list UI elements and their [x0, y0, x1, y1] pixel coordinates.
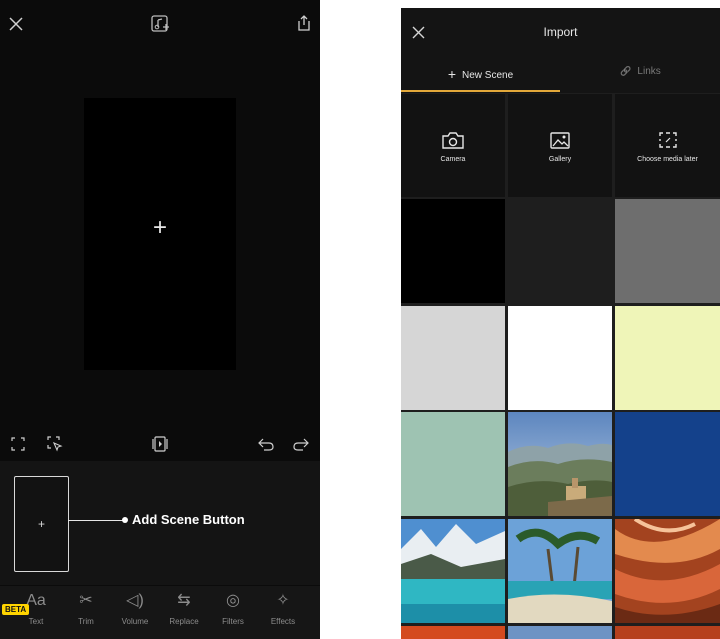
effects-icon: ✧: [276, 592, 290, 609]
editor-screen: + + Add Scene Button Aa Text ✂ Trim ◁) V…: [0, 0, 320, 639]
close-icon[interactable]: [8, 16, 24, 32]
camera-option[interactable]: Camera: [401, 94, 505, 197]
photo-hill-town[interactable]: [508, 412, 612, 516]
media-swatch-gray[interactable]: [615, 199, 720, 303]
tool-label: Trim: [78, 617, 94, 626]
undo-icon[interactable]: [258, 437, 274, 451]
bottom-toolbar: Aa Text ✂ Trim ◁) Volume ⇆ Replace ◎ Fil…: [0, 586, 320, 639]
tool-label: Effects: [270, 617, 296, 626]
share-icon[interactable]: [296, 14, 312, 32]
volume-icon: ◁): [126, 592, 144, 609]
fullscreen-icon[interactable]: [11, 437, 25, 451]
active-tab-indicator: [401, 90, 560, 92]
media-swatch-light-gray[interactable]: [401, 306, 505, 410]
trim-tool[interactable]: ✂ Trim: [61, 586, 111, 639]
choose-later-option[interactable]: Choose media later: [615, 94, 720, 197]
music-add-icon[interactable]: [150, 14, 170, 34]
effects-tool[interactable]: ✧ Effects: [258, 586, 308, 639]
import-header: Import + New Scene 🔗 Links: [401, 8, 720, 93]
photo-partial-1[interactable]: [401, 626, 505, 639]
option-label: Gallery: [548, 156, 572, 163]
camera-icon: [442, 132, 464, 149]
replace-icon: ⇆: [177, 592, 191, 609]
choose-later-icon: [658, 132, 677, 148]
option-label: Camera: [440, 156, 466, 163]
gallery-option[interactable]: Gallery: [508, 94, 612, 197]
filters-icon: ◎: [226, 592, 240, 609]
beta-badge: BETA: [2, 604, 30, 615]
media-swatch-white[interactable]: [508, 306, 612, 410]
add-scene-button[interactable]: +: [14, 476, 69, 572]
import-screen: Import + New Scene 🔗 Links Camera Gallery …: [401, 8, 720, 639]
tool-label: Filters: [222, 617, 244, 626]
photo-palm-beach[interactable]: [508, 519, 612, 623]
photo-canyon[interactable]: [615, 519, 720, 623]
preview-icon[interactable]: [152, 436, 168, 452]
add-media-plus[interactable]: +: [84, 216, 236, 240]
tab-label: New Scene: [462, 70, 514, 81]
gallery-icon: [550, 132, 570, 149]
media-swatch-navy[interactable]: [615, 412, 720, 516]
plus-icon: +: [447, 66, 457, 82]
tab-new-scene[interactable]: + New Scene: [401, 66, 560, 82]
scissors-icon: ✂: [79, 592, 93, 609]
preview-canvas[interactable]: +: [84, 98, 236, 370]
import-title: Import: [543, 25, 578, 39]
tool-label: Text: [28, 617, 44, 626]
callout-dot: [122, 517, 128, 523]
tool-label: Replace: [169, 617, 199, 626]
media-swatch-black[interactable]: [401, 199, 505, 303]
media-swatch-sage[interactable]: [401, 412, 505, 516]
tab-links[interactable]: 🔗 Links: [561, 66, 720, 77]
add-scene-plus: +: [37, 517, 45, 531]
link-icon: 🔗: [620, 66, 632, 76]
callout-line: [68, 520, 123, 521]
filters-tool[interactable]: ◎ Filters: [208, 586, 258, 639]
media-swatch-pale-yellow[interactable]: [615, 306, 720, 410]
photo-partial-2[interactable]: [508, 626, 612, 639]
photo-partial-3[interactable]: [615, 626, 720, 639]
tab-label: Links: [637, 66, 661, 77]
photo-mountain-lake[interactable]: [401, 519, 505, 623]
media-swatch-dark-gray[interactable]: [508, 199, 612, 303]
select-icon[interactable]: [47, 436, 63, 452]
callout-label: Add Scene Button: [132, 512, 245, 527]
replace-tool[interactable]: ⇆ Replace: [159, 586, 209, 639]
tool-label: Volume: [121, 617, 149, 626]
option-label: Choose media later: [637, 156, 698, 163]
redo-icon[interactable]: [293, 437, 309, 451]
volume-tool[interactable]: ◁) Volume: [110, 586, 160, 639]
